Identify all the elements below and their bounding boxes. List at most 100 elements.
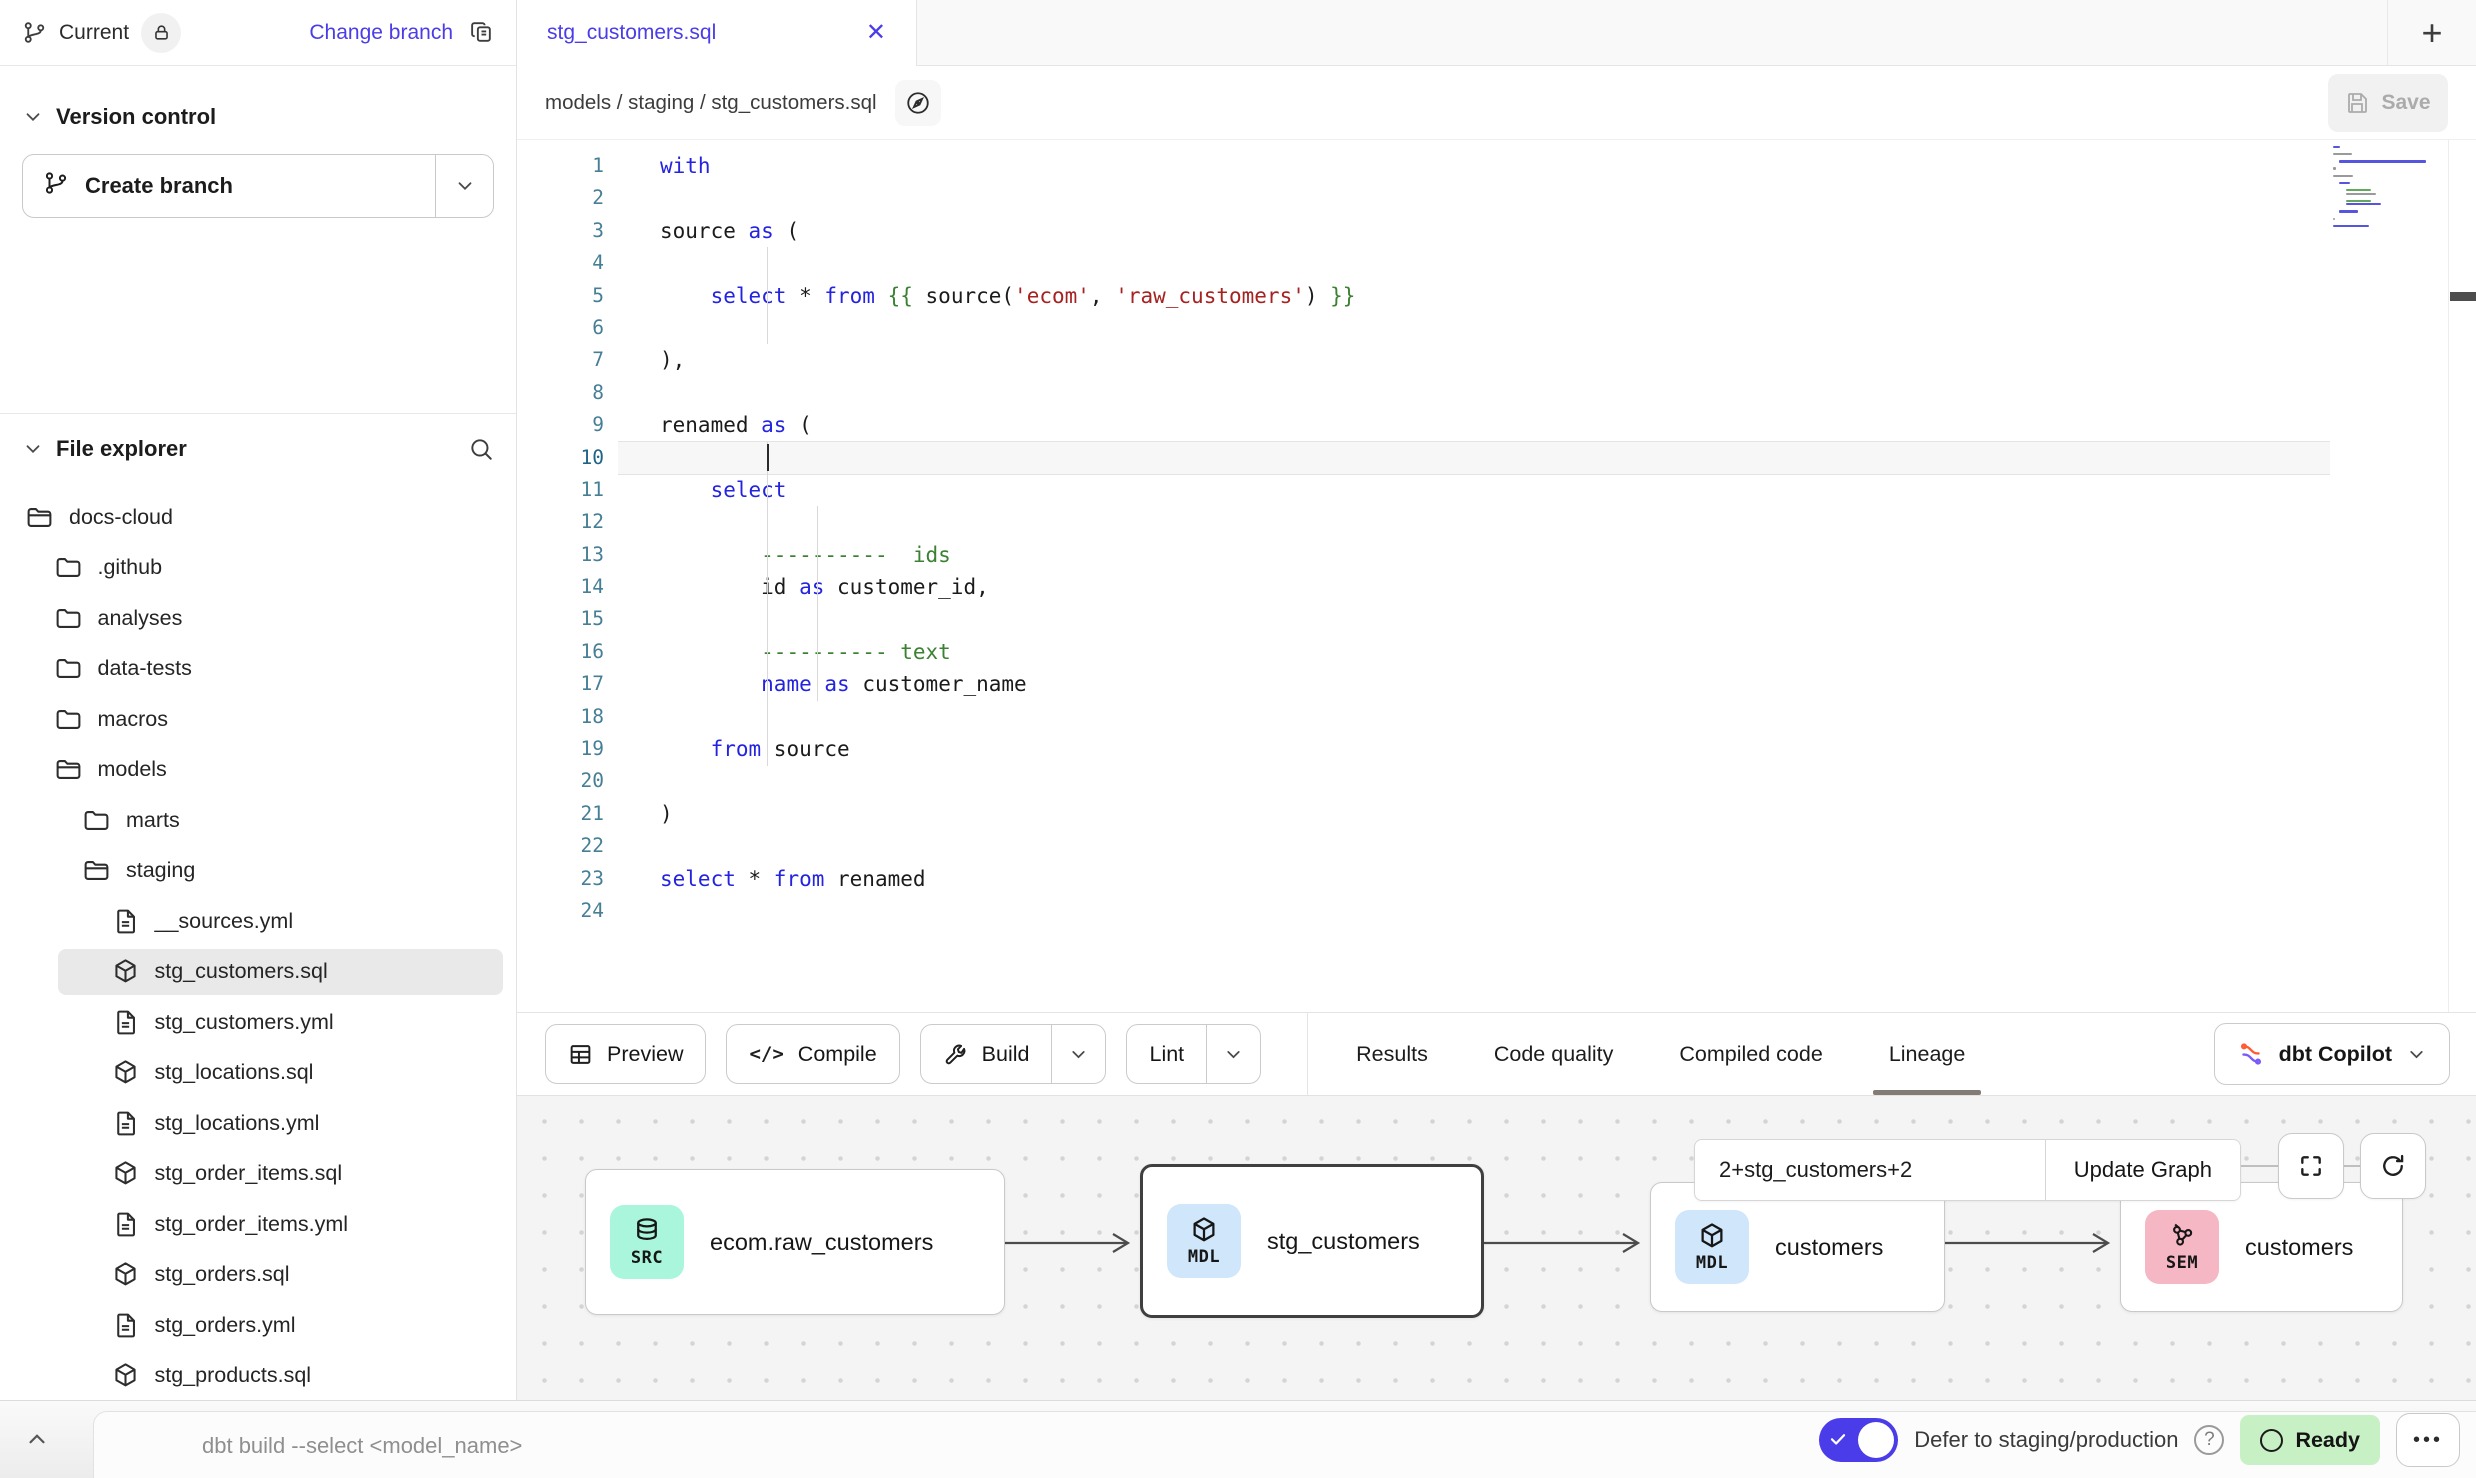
tree-item-stg-locations-sql[interactable]: stg_locations.sql <box>0 1048 515 1099</box>
tab-stg-customers-sql[interactable]: stg_customers.sql ✕ <box>517 0 917 66</box>
create-branch-main[interactable]: Create branch <box>23 155 435 217</box>
tree-item--sources-yml[interactable]: __sources.yml <box>0 896 515 947</box>
chevron-down-icon <box>2406 1044 2427 1065</box>
scrollbar-thumb[interactable] <box>2450 292 2476 301</box>
minimap-line <box>2339 210 2358 212</box>
file-explorer-title: File explorer <box>56 436 187 462</box>
line-number: 10 <box>517 442 618 474</box>
lint-button-main[interactable]: Lint <box>1127 1025 1206 1083</box>
version-control-header[interactable]: Version control <box>22 96 494 138</box>
sidebar: Current Change branch Version control <box>0 0 517 1400</box>
tree-item-label: .github <box>98 555 163 580</box>
lineage-node-stg-customers[interactable]: MDL stg_customers <box>1140 1164 1484 1318</box>
tree-item-label: stg_locations.sql <box>155 1060 314 1085</box>
tab-code-quality[interactable]: Code quality <box>1492 1013 1616 1095</box>
tab-compiled-code[interactable]: Compiled code <box>1677 1013 1824 1095</box>
code-line-7: ), <box>618 344 2476 376</box>
code-line-21: ) <box>618 798 2476 830</box>
change-branch-link[interactable]: Change branch <box>309 21 453 45</box>
line-number: 4 <box>517 247 618 279</box>
minimap-line <box>2333 153 2352 155</box>
tree-item-staging[interactable]: staging <box>0 846 515 897</box>
lint-menu-button[interactable] <box>1206 1025 1260 1083</box>
src-badge-label: SRC <box>631 1248 663 1268</box>
tree-item-analyses[interactable]: analyses <box>0 593 515 644</box>
more-options-button[interactable]: ••• <box>2396 1413 2460 1467</box>
tree-item-data-tests[interactable]: data-tests <box>0 644 515 695</box>
line-number: 12 <box>517 506 618 538</box>
tree-item-stg-orders-yml[interactable]: stg_orders.yml <box>0 1300 515 1351</box>
line-number: 21 <box>517 798 618 830</box>
code-icon: </> <box>749 1043 783 1065</box>
breadcrumb-row: models / staging / stg_customers.sql Sav… <box>517 66 2476 140</box>
update-graph-button[interactable]: Update Graph <box>2045 1140 2240 1200</box>
code-line-19: from source <box>618 733 2476 765</box>
tree-item-stg-order-items-sql[interactable]: stg_order_items.sql <box>0 1149 515 1200</box>
tree-item-stg-order-items-yml[interactable]: stg_order_items.yml <box>0 1199 515 1250</box>
model-cube-icon <box>111 1361 140 1390</box>
tree-item-stg-locations-yml[interactable]: stg_locations.yml <box>0 1098 515 1149</box>
build-menu-button[interactable] <box>1051 1025 1105 1083</box>
compass-icon[interactable] <box>895 80 941 126</box>
folder-open-icon <box>82 856 111 885</box>
model-cube-icon <box>111 1159 140 1188</box>
code-line-15 <box>618 603 2476 635</box>
lineage-node-customers-semantic[interactable]: SEM customers <box>2120 1182 2403 1312</box>
create-branch-button: Create branch <box>22 154 494 218</box>
fullscreen-button[interactable] <box>2278 1133 2344 1199</box>
tree-item-stg-orders-sql[interactable]: stg_orders.sql <box>0 1250 515 1301</box>
preview-button-main[interactable]: Preview <box>546 1025 705 1083</box>
tree-item--github[interactable]: .github <box>0 543 515 594</box>
dbt-copilot-icon <box>2237 1040 2265 1068</box>
dbt-copilot-button[interactable]: dbt Copilot <box>2214 1023 2450 1085</box>
copy-branch-icon[interactable] <box>469 20 494 45</box>
minimap-line <box>2339 160 2426 162</box>
table-icon <box>568 1042 593 1067</box>
command-bar: Defer to staging/production ? Ready ••• <box>0 1400 2476 1478</box>
editor-code: withsource as ( select * from {{ source(… <box>618 140 2476 1012</box>
help-icon[interactable]: ? <box>2194 1425 2224 1455</box>
build-button-main[interactable]: Build <box>921 1025 1052 1083</box>
code-line-17: name as customer_name <box>618 668 2476 700</box>
minimap-line <box>2346 193 2377 195</box>
tab-results[interactable]: Results <box>1354 1013 1430 1095</box>
editor-gutter: 123456789101112131415161718192021222324 <box>517 140 618 1012</box>
lineage-selector-input[interactable] <box>1695 1140 2045 1200</box>
search-icon[interactable] <box>468 436 494 462</box>
tree-item-stg-customers-sql[interactable]: stg_customers.sql <box>0 947 515 998</box>
create-branch-menu-button[interactable] <box>435 155 493 217</box>
close-icon[interactable]: ✕ <box>866 21 886 45</box>
lineage-node-label: customers <box>2245 1234 2353 1261</box>
defer-toggle[interactable] <box>1819 1418 1898 1462</box>
lineage-node-customers-model[interactable]: MDL customers <box>1650 1182 1945 1312</box>
refresh-button[interactable] <box>2360 1133 2426 1199</box>
preview-button: Preview <box>545 1024 706 1084</box>
editor-minimap[interactable] <box>2333 146 2449 232</box>
compile-button-main[interactable]: </> Compile <box>727 1025 898 1083</box>
file-tree: docs-cloud .github analysesdata-testsmacro… <box>0 492 515 1400</box>
file-explorer-header[interactable]: File explorer <box>0 425 516 473</box>
save-button[interactable]: Save <box>2328 74 2448 132</box>
lineage-node-label: ecom.raw_customers <box>710 1229 933 1256</box>
model-cube-icon <box>111 1260 140 1289</box>
lineage-node-source[interactable]: SRC ecom.raw_customers <box>585 1169 1005 1315</box>
chevron-up-icon[interactable] <box>24 1426 50 1457</box>
tree-item-label: marts <box>126 808 180 833</box>
code-line-5: select * from {{ source('ecom', 'raw_cus… <box>618 280 2476 312</box>
line-number: 9 <box>517 409 618 441</box>
tree-item-stg-customers-yml[interactable]: stg_customers.yml <box>0 997 515 1048</box>
tree-item-models[interactable]: models <box>0 745 515 796</box>
tree-item-stg-products-sql[interactable]: stg_products.sql <box>0 1351 515 1401</box>
tree-item-macros[interactable]: macros <box>0 694 515 745</box>
lint-button: Lint <box>1126 1024 1261 1084</box>
tree-item-label: stg_order_items.sql <box>155 1161 343 1186</box>
tree-item-marts[interactable]: marts <box>0 795 515 846</box>
status-badge[interactable]: Ready <box>2240 1415 2380 1465</box>
line-number: 22 <box>517 830 618 862</box>
code-editor[interactable]: 123456789101112131415161718192021222324 … <box>517 140 2476 1012</box>
tab-lineage[interactable]: Lineage <box>1887 1013 1968 1095</box>
lineage-canvas[interactable]: SRC ecom.raw_customers MDL stg_customers <box>517 1095 2476 1400</box>
tree-item-docs-cloud[interactable]: docs-cloud <box>0 492 515 543</box>
new-tab-icon[interactable]: + <box>2421 15 2442 51</box>
tree-item-label: stg_orders.sql <box>155 1262 290 1287</box>
